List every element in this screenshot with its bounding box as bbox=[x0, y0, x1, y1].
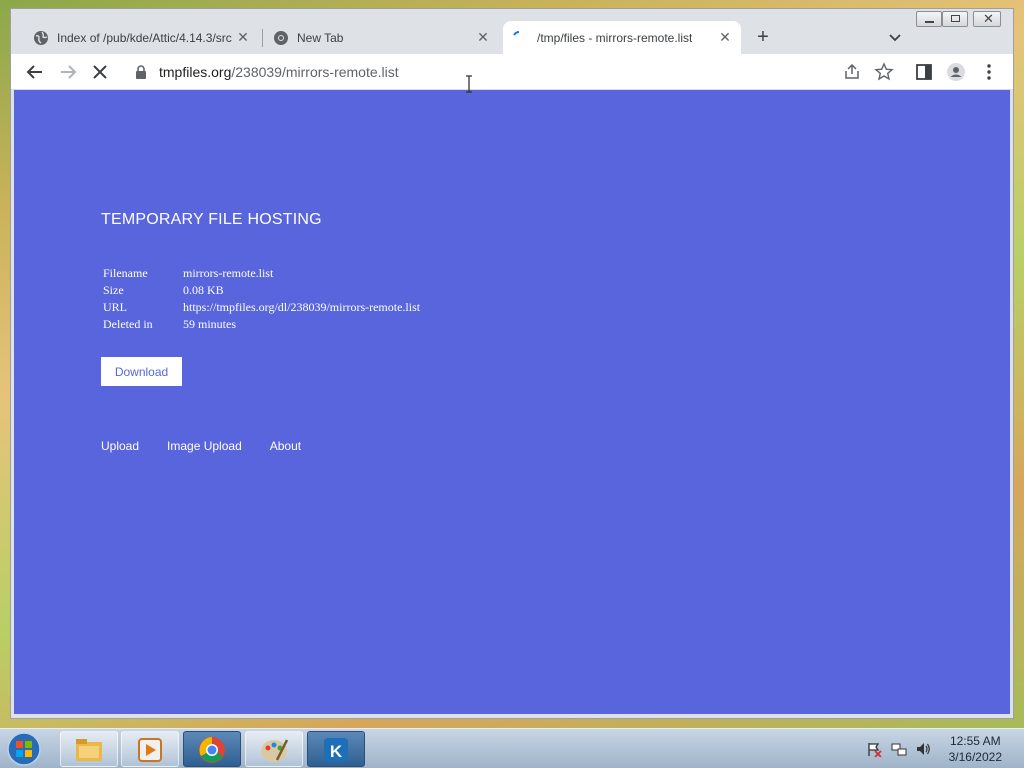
taskbar-paint[interactable] bbox=[245, 731, 303, 767]
file-info-value: mirrors-remote.list bbox=[183, 266, 274, 280]
loading-spinner-icon bbox=[513, 31, 520, 36]
close-tab-icon[interactable]: ✕ bbox=[475, 29, 491, 45]
media-player-icon bbox=[138, 738, 162, 762]
taskbar-file-manager[interactable] bbox=[60, 731, 118, 767]
url-path: /238039/mirrors-remote.list bbox=[231, 64, 399, 80]
file-info-table: Filename mirrors-remote.list Size 0.08 K… bbox=[101, 265, 420, 333]
maximize-button[interactable] bbox=[942, 11, 968, 27]
tab-new-tab[interactable]: New Tab ✕ bbox=[273, 21, 499, 54]
file-manager-icon bbox=[76, 739, 102, 761]
bookmark-star-icon[interactable] bbox=[874, 62, 894, 82]
file-info-label: Deleted in bbox=[103, 317, 153, 331]
download-button[interactable]: Download bbox=[101, 357, 182, 386]
svg-text:K: K bbox=[330, 742, 343, 761]
taskbar-media-player[interactable] bbox=[121, 731, 179, 767]
globe-icon bbox=[34, 31, 48, 45]
stop-loading-icon[interactable] bbox=[88, 60, 112, 84]
text-cursor-icon bbox=[466, 75, 472, 93]
about-link[interactable]: About bbox=[270, 439, 301, 453]
file-info-value: 0.08 KB bbox=[183, 283, 224, 297]
upload-link[interactable]: Upload bbox=[101, 439, 139, 453]
paint-icon bbox=[261, 739, 289, 762]
file-info-row: Deleted in 59 minutes bbox=[101, 316, 420, 333]
profile-avatar-icon[interactable] bbox=[946, 62, 966, 82]
close-tab-icon[interactable]: ✕ bbox=[235, 29, 251, 45]
chrome-icon bbox=[199, 737, 225, 763]
close-window-button[interactable]: ✕ bbox=[973, 11, 1001, 27]
volume-icon[interactable] bbox=[915, 741, 931, 757]
file-info-label: URL bbox=[103, 300, 127, 314]
tab-separator bbox=[262, 29, 263, 47]
file-info-row: Filename mirrors-remote.list bbox=[101, 265, 420, 282]
clock-time: 12:55 AM bbox=[949, 734, 1001, 748]
forward-arrow-icon[interactable] bbox=[56, 60, 80, 84]
tab-title: New Tab bbox=[297, 30, 344, 45]
network-icon[interactable] bbox=[891, 741, 907, 757]
file-info-label: Size bbox=[103, 283, 124, 297]
chrome-icon bbox=[274, 31, 288, 45]
url-host: tmpfiles.org bbox=[159, 64, 232, 80]
side-panel-icon[interactable] bbox=[914, 62, 934, 82]
tab-title: Index of /pub/kde/Attic/4.14.3/src bbox=[57, 30, 232, 45]
share-icon[interactable] bbox=[842, 62, 862, 82]
taskbar-kde[interactable]: K bbox=[307, 731, 365, 767]
address-bar[interactable]: tmpfiles.org/238039/mirrors-remote.list bbox=[127, 57, 767, 87]
page-content: TEMPORARY FILE HOSTING Filename mirrors-… bbox=[14, 90, 1010, 714]
file-info-row: URL https://tmpfiles.org/dl/238039/mirro… bbox=[101, 299, 420, 316]
tab-title: /tmp/files - mirrors-remote.list bbox=[537, 30, 693, 45]
action-center-flag-icon[interactable] bbox=[866, 741, 882, 757]
tab-tmpfiles[interactable]: /tmp/files - mirrors-remote.list ✕ bbox=[503, 21, 741, 54]
browser-window: Index of /pub/kde/Attic/4.14.3/src ✕ New… bbox=[10, 8, 1014, 719]
file-info-label: Filename bbox=[103, 266, 148, 280]
tab-strip: Index of /pub/kde/Attic/4.14.3/src ✕ New… bbox=[11, 9, 1013, 54]
close-tab-icon[interactable]: ✕ bbox=[717, 29, 733, 45]
kde-icon: K bbox=[324, 738, 348, 762]
file-info-row: Size 0.08 KB bbox=[101, 282, 420, 299]
lock-icon[interactable] bbox=[133, 64, 149, 80]
taskbar: K 12:55 AM 3/16/2022 bbox=[0, 728, 1024, 768]
image-upload-link[interactable]: Image Upload bbox=[167, 439, 242, 453]
start-button-icon[interactable] bbox=[5, 731, 43, 767]
minimize-button[interactable] bbox=[916, 11, 942, 27]
clock-date: 3/16/2022 bbox=[948, 750, 1002, 764]
footer-links: Upload Image Upload About bbox=[101, 439, 301, 453]
tab-kde-index[interactable]: Index of /pub/kde/Attic/4.14.3/src ✕ bbox=[33, 21, 259, 54]
more-menu-icon[interactable] bbox=[979, 62, 999, 82]
browser-toolbar: tmpfiles.org/238039/mirrors-remote.list bbox=[11, 54, 1013, 90]
taskbar-chrome[interactable] bbox=[183, 731, 241, 767]
new-tab-button[interactable]: + bbox=[752, 26, 774, 48]
tab-search-icon[interactable] bbox=[885, 27, 905, 47]
file-info-value: 59 minutes bbox=[183, 317, 236, 331]
system-clock[interactable]: 12:55 AM 3/16/2022 bbox=[949, 733, 1002, 765]
file-url-value[interactable]: https://tmpfiles.org/dl/238039/mirrors-r… bbox=[183, 300, 420, 315]
page-title: TEMPORARY FILE HOSTING bbox=[101, 211, 322, 228]
back-arrow-icon[interactable] bbox=[23, 60, 47, 84]
